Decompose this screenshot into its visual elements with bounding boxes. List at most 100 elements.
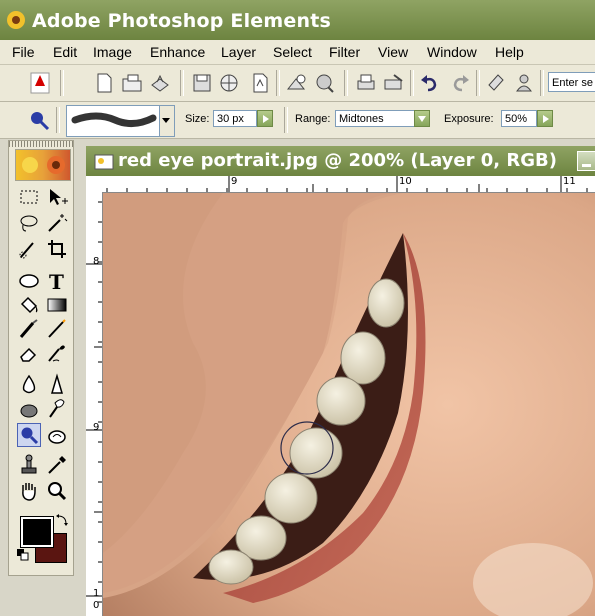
- ruler-label: 9: [231, 176, 238, 187]
- custom-shape-tool-icon[interactable]: [17, 269, 41, 293]
- gradient-tool-icon[interactable]: [45, 293, 69, 317]
- toolbar-separator: [410, 70, 414, 96]
- toolbox-sunflower-logo: [15, 149, 71, 181]
- dodge-burn-tool-icon[interactable]: [45, 397, 69, 421]
- magic-wand-tool-icon[interactable]: [45, 211, 69, 235]
- svg-text:T: T: [49, 270, 64, 293]
- new-file-icon[interactable]: [92, 71, 116, 95]
- sponge-tool-button[interactable]: [17, 423, 41, 447]
- ruler-label: 8: [93, 256, 100, 267]
- blur-tool-icon[interactable]: [17, 373, 41, 397]
- shortcuts-bar: Enter se: [0, 65, 595, 102]
- vertical-ruler: 8 9 1 0: [86, 192, 103, 616]
- brush-tool-icon[interactable]: [17, 317, 41, 341]
- undo-icon[interactable]: [418, 71, 442, 95]
- redo-icon[interactable]: [448, 71, 472, 95]
- size-input[interactable]: 30 px: [213, 110, 257, 127]
- help-icon[interactable]: [512, 71, 536, 95]
- brush-dropdown-button[interactable]: [159, 105, 175, 137]
- swap-colors-icon[interactable]: [55, 513, 69, 527]
- exposure-input[interactable]: 50%: [501, 110, 537, 127]
- help-search-input[interactable]: Enter se: [548, 72, 595, 92]
- menu-window[interactable]: Window: [427, 44, 477, 60]
- eraser-tool-icon[interactable]: [17, 341, 41, 365]
- marquee-tool-icon[interactable]: [17, 185, 41, 209]
- toolbox-grip[interactable]: [9, 141, 73, 147]
- paint-bucket-tool-icon[interactable]: [17, 293, 41, 317]
- open-file-icon[interactable]: [120, 71, 144, 95]
- app-title-bar: Adobe Photoshop Elements: [0, 0, 595, 40]
- red-eye-removal-tool-icon[interactable]: [45, 341, 69, 365]
- chevron-down-icon: [162, 118, 170, 123]
- range-dropdown-button[interactable]: [414, 110, 430, 127]
- sunflower-logo-icon: [7, 11, 25, 29]
- portrait-smile-image: [103, 193, 595, 616]
- minimize-button[interactable]: [577, 151, 595, 171]
- type-tool-icon[interactable]: T: [45, 269, 69, 293]
- foreground-color-swatch[interactable]: [20, 516, 54, 548]
- menu-edit[interactable]: Edit: [53, 44, 77, 60]
- menu-enhance[interactable]: Enhance: [150, 44, 205, 60]
- horizontal-ruler: 9 10 11: [86, 176, 595, 193]
- toolbar-separator: [540, 70, 544, 96]
- save-icon[interactable]: [190, 71, 214, 95]
- clone-stamp-tool-icon[interactable]: [17, 453, 41, 477]
- brush-preview[interactable]: [66, 105, 164, 137]
- ruler-label: 11: [563, 176, 576, 187]
- print-preview-icon[interactable]: [284, 71, 308, 95]
- options-bar: Size: 30 px Range: Midtones Exposure: 50…: [0, 102, 595, 139]
- adobe-logo-icon[interactable]: [28, 71, 52, 95]
- document-title: red eye portrait.jpg @ 200% (Layer 0, RG…: [118, 150, 557, 171]
- ruler-label: 10: [399, 176, 412, 187]
- smudge-tool-icon[interactable]: [17, 397, 41, 421]
- sunflower-icon: [22, 156, 65, 174]
- menu-filter[interactable]: Filter: [329, 44, 360, 60]
- eyedropper-tool-icon[interactable]: [45, 453, 69, 477]
- brush-stroke-icon: [71, 112, 157, 127]
- zoom-tool-icon[interactable]: [45, 479, 69, 503]
- pencil-tool-icon[interactable]: [45, 317, 69, 341]
- toolbar-separator: [476, 70, 480, 96]
- ruler-label: 9: [93, 422, 100, 433]
- print-icon[interactable]: [354, 71, 378, 95]
- toolbar-separator: [284, 107, 288, 133]
- range-select[interactable]: Midtones: [335, 110, 415, 127]
- online-service-icon[interactable]: [314, 71, 338, 95]
- toolbox: T: [8, 140, 74, 576]
- pdf-icon[interactable]: [248, 71, 272, 95]
- palette-bin-icon[interactable]: [484, 71, 508, 95]
- browse-icon[interactable]: [148, 71, 172, 95]
- toolbar-separator: [344, 70, 348, 96]
- sponge-tool-icon: [21, 427, 39, 445]
- hand-tool-icon[interactable]: [17, 479, 41, 503]
- minimize-icon: [582, 164, 591, 167]
- menu-help[interactable]: Help: [495, 44, 524, 60]
- size-label: Size:: [185, 113, 210, 125]
- menu-file[interactable]: File: [12, 44, 35, 60]
- document-window: red eye portrait.jpg @ 200% (Layer 0, RG…: [86, 146, 595, 616]
- sponge-tool-icon: [31, 112, 50, 131]
- attach-email-icon[interactable]: [382, 71, 406, 95]
- sharpen-tool-icon[interactable]: [45, 373, 69, 397]
- default-colors-icon[interactable]: [17, 549, 29, 561]
- selection-brush-tool-icon[interactable]: [17, 237, 41, 261]
- toolbar-separator: [276, 70, 280, 96]
- crop-tool-icon[interactable]: [45, 237, 69, 261]
- toolbar-separator: [60, 70, 64, 96]
- move-tool-icon[interactable]: [45, 185, 69, 209]
- menu-view[interactable]: View: [378, 44, 408, 60]
- image-canvas[interactable]: [103, 193, 595, 616]
- toolbar-separator: [180, 70, 184, 96]
- exposure-slider-button[interactable]: [537, 110, 553, 127]
- toolbar-separator: [56, 107, 60, 133]
- save-web-icon[interactable]: [218, 71, 242, 95]
- color-replacement-tool-icon[interactable]: [45, 423, 69, 447]
- menu-layer[interactable]: Layer: [221, 44, 256, 60]
- ruler-label: 1: [93, 588, 100, 599]
- lasso-tool-icon[interactable]: [17, 211, 41, 235]
- size-slider-button[interactable]: [257, 110, 273, 127]
- document-title-bar[interactable]: red eye portrait.jpg @ 200% (Layer 0, RG…: [86, 146, 595, 176]
- menu-select[interactable]: Select: [273, 44, 312, 60]
- menu-image[interactable]: Image: [93, 44, 132, 60]
- exposure-label: Exposure:: [444, 113, 494, 125]
